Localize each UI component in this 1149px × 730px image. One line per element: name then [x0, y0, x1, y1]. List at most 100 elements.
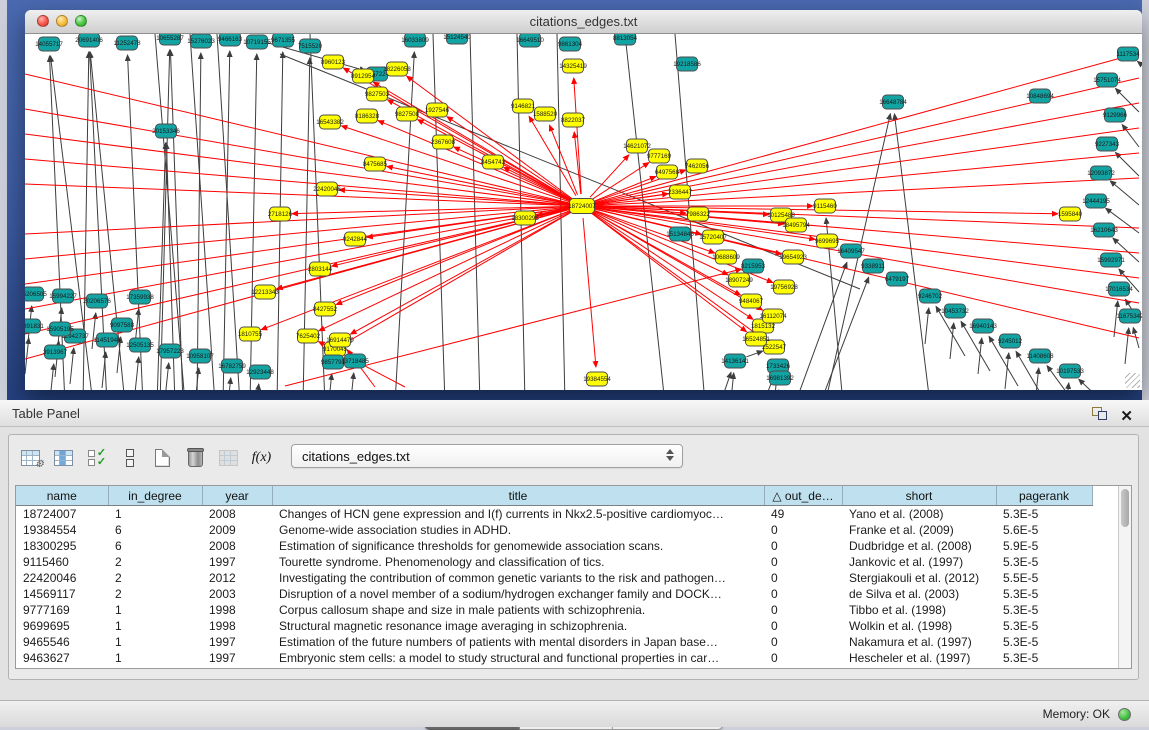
- graph-node[interactable]: 9466163: [218, 34, 243, 46]
- table-row[interactable]: 1830029562008Estimation of significance …: [16, 538, 1092, 554]
- graph-node[interactable]: 9115460: [813, 199, 837, 213]
- graph-node[interactable]: 10719155: [243, 35, 271, 49]
- row-height-button[interactable]: [116, 445, 143, 472]
- graph-node[interactable]: 8912954: [351, 69, 376, 83]
- table-row[interactable]: 2242004622012Investigating the contribut…: [16, 570, 1092, 586]
- table-row[interactable]: 1938455462009Genome-wide association stu…: [16, 522, 1092, 538]
- table-cell[interactable]: Dudbridge et al. (2008): [842, 538, 996, 554]
- graph-node[interactable]: 8822037: [561, 113, 586, 127]
- table-cell[interactable]: 2003: [202, 586, 272, 602]
- graph-node[interactable]: 8186328: [355, 109, 380, 123]
- graph-node[interactable]: 16782759: [218, 359, 246, 373]
- table-cell[interactable]: 0: [764, 618, 842, 634]
- table-cell[interactable]: 5.3E-5: [996, 650, 1092, 666]
- graph-node[interactable]: 11675342: [1116, 309, 1142, 323]
- table-cell[interactable]: 6: [108, 538, 202, 554]
- graph-node[interactable]: 9129966: [1103, 108, 1128, 122]
- graph-node[interactable]: 8475685: [363, 157, 388, 171]
- graph-edge[interactable]: [70, 348, 74, 384]
- table-cell[interactable]: 9699695: [16, 618, 108, 634]
- table-cell[interactable]: Wolkin et al. (1998): [842, 618, 996, 634]
- graph-node[interactable]: 9146821: [511, 99, 536, 113]
- table-cell[interactable]: 5.3E-5: [996, 554, 1092, 570]
- select-rows-button[interactable]: ✓✓: [83, 445, 110, 472]
- table-cell[interactable]: 5.6E-5: [996, 522, 1092, 538]
- graph-node[interactable]: 9777169: [647, 149, 672, 163]
- graph-node[interactable]: 7462056: [685, 159, 710, 173]
- table-cell[interactable]: 2009: [202, 522, 272, 538]
- column-header-out_de[interactable]: △ out_de…: [764, 486, 842, 506]
- graph-edge[interactable]: [350, 373, 354, 390]
- table-scrollbar-thumb[interactable]: [1121, 489, 1129, 527]
- table-scrollbar[interactable]: [1118, 486, 1131, 668]
- table-cell[interactable]: Disruption of a novel member of a sodium…: [272, 586, 764, 602]
- graph-node[interactable]: 1810755: [238, 327, 263, 341]
- graph-node[interactable]: 11451944: [93, 333, 121, 347]
- graph-node[interactable]: 3913967: [43, 345, 68, 359]
- table-cell[interactable]: 2: [108, 586, 202, 602]
- column-header-pagerank[interactable]: pagerank: [996, 486, 1092, 506]
- column-select-button[interactable]: [50, 445, 77, 472]
- graph-node[interactable]: 2336447: [668, 185, 693, 199]
- graph-node[interactable]: 16914479: [326, 333, 354, 347]
- graph-node[interactable]: 2803144: [308, 262, 333, 276]
- table-row[interactable]: 946554611997Estimation of the future num…: [16, 634, 1092, 650]
- graph-edge[interactable]: [795, 262, 847, 390]
- table-cell[interactable]: 1997: [202, 650, 272, 666]
- table-cell[interactable]: 18724007: [16, 506, 108, 523]
- table-cell[interactable]: 1: [108, 506, 202, 523]
- table-cell[interactable]: 1: [108, 618, 202, 634]
- graph-node[interactable]: 20206576: [83, 294, 111, 308]
- graph-edge[interactable]: [894, 114, 930, 390]
- table-cell[interactable]: 0: [764, 570, 842, 586]
- graph-node[interactable]: 8813054: [613, 34, 638, 45]
- graph-node[interactable]: 9246702: [918, 289, 943, 303]
- table-cell[interactable]: Corpus callosum shape and size in male p…: [272, 602, 764, 618]
- graph-node[interactable]: 10391831: [25, 319, 44, 333]
- table-cell[interactable]: 5.5E-5: [996, 570, 1092, 586]
- graph-node[interactable]: 15720407: [699, 230, 727, 244]
- graph-node[interactable]: 14325419: [559, 59, 587, 73]
- graph-edge[interactable]: [407, 76, 573, 199]
- float-panel-icon[interactable]: [1092, 407, 1107, 420]
- function-builder-button[interactable]: f(x): [248, 445, 275, 472]
- graph-node[interactable]: 11408608: [1026, 349, 1054, 363]
- table-cell[interactable]: 0: [764, 522, 842, 538]
- table-cell[interactable]: 5.3E-5: [996, 586, 1092, 602]
- graph-node[interactable]: 16940143: [969, 319, 997, 333]
- table-cell[interactable]: 19384554: [16, 522, 108, 538]
- graph-node[interactable]: 18300295: [511, 211, 539, 225]
- table-cell[interactable]: Genome-wide association studies in ADHD.: [272, 522, 764, 538]
- graph-edge[interactable]: [433, 34, 445, 390]
- graph-node[interactable]: 14136141: [721, 354, 749, 368]
- graph-node[interactable]: 20153346: [152, 124, 180, 138]
- graph-edge[interactable]: [1137, 61, 1142, 79]
- graph-node[interactable]: 16210643: [1090, 223, 1118, 237]
- graph-node[interactable]: 16112074: [759, 309, 787, 323]
- table-cell[interactable]: 1998: [202, 602, 272, 618]
- graph-edge[interactable]: [160, 50, 170, 390]
- graph-edge[interactable]: [255, 384, 259, 390]
- graph-node[interactable]: 9827503: [365, 87, 390, 101]
- table-cell[interactable]: 5.3E-5: [996, 602, 1092, 618]
- graph-node[interactable]: 7986322: [686, 207, 711, 221]
- graph-edge[interactable]: [395, 52, 414, 390]
- graph-node[interactable]: 9245012: [998, 334, 1023, 348]
- table-cell[interactable]: Franke et al. (2009): [842, 522, 996, 538]
- column-header-year[interactable]: year: [202, 486, 272, 506]
- graph-edge[interactable]: [730, 373, 734, 390]
- graph-node[interactable]: 19654923: [779, 250, 807, 264]
- graph-node[interactable]: 10958107: [186, 349, 214, 363]
- graph-edge[interactable]: [590, 155, 629, 197]
- graph-edge[interactable]: [50, 364, 54, 390]
- graph-node[interactable]: 18226058: [383, 62, 411, 76]
- graph-node[interactable]: 10848694: [1026, 89, 1054, 103]
- graph-edge[interactable]: [746, 351, 762, 357]
- table-cell[interactable]: 1: [108, 634, 202, 650]
- graph-edge[interactable]: [820, 277, 869, 390]
- column-header-title[interactable]: title: [272, 486, 764, 506]
- graph-node[interactable]: 8427552: [313, 302, 338, 316]
- table-cell[interactable]: Hescheler et al. (1997): [842, 650, 996, 666]
- graph-node[interactable]: 8215953: [741, 259, 766, 273]
- graph-node[interactable]: 19756928: [770, 280, 798, 294]
